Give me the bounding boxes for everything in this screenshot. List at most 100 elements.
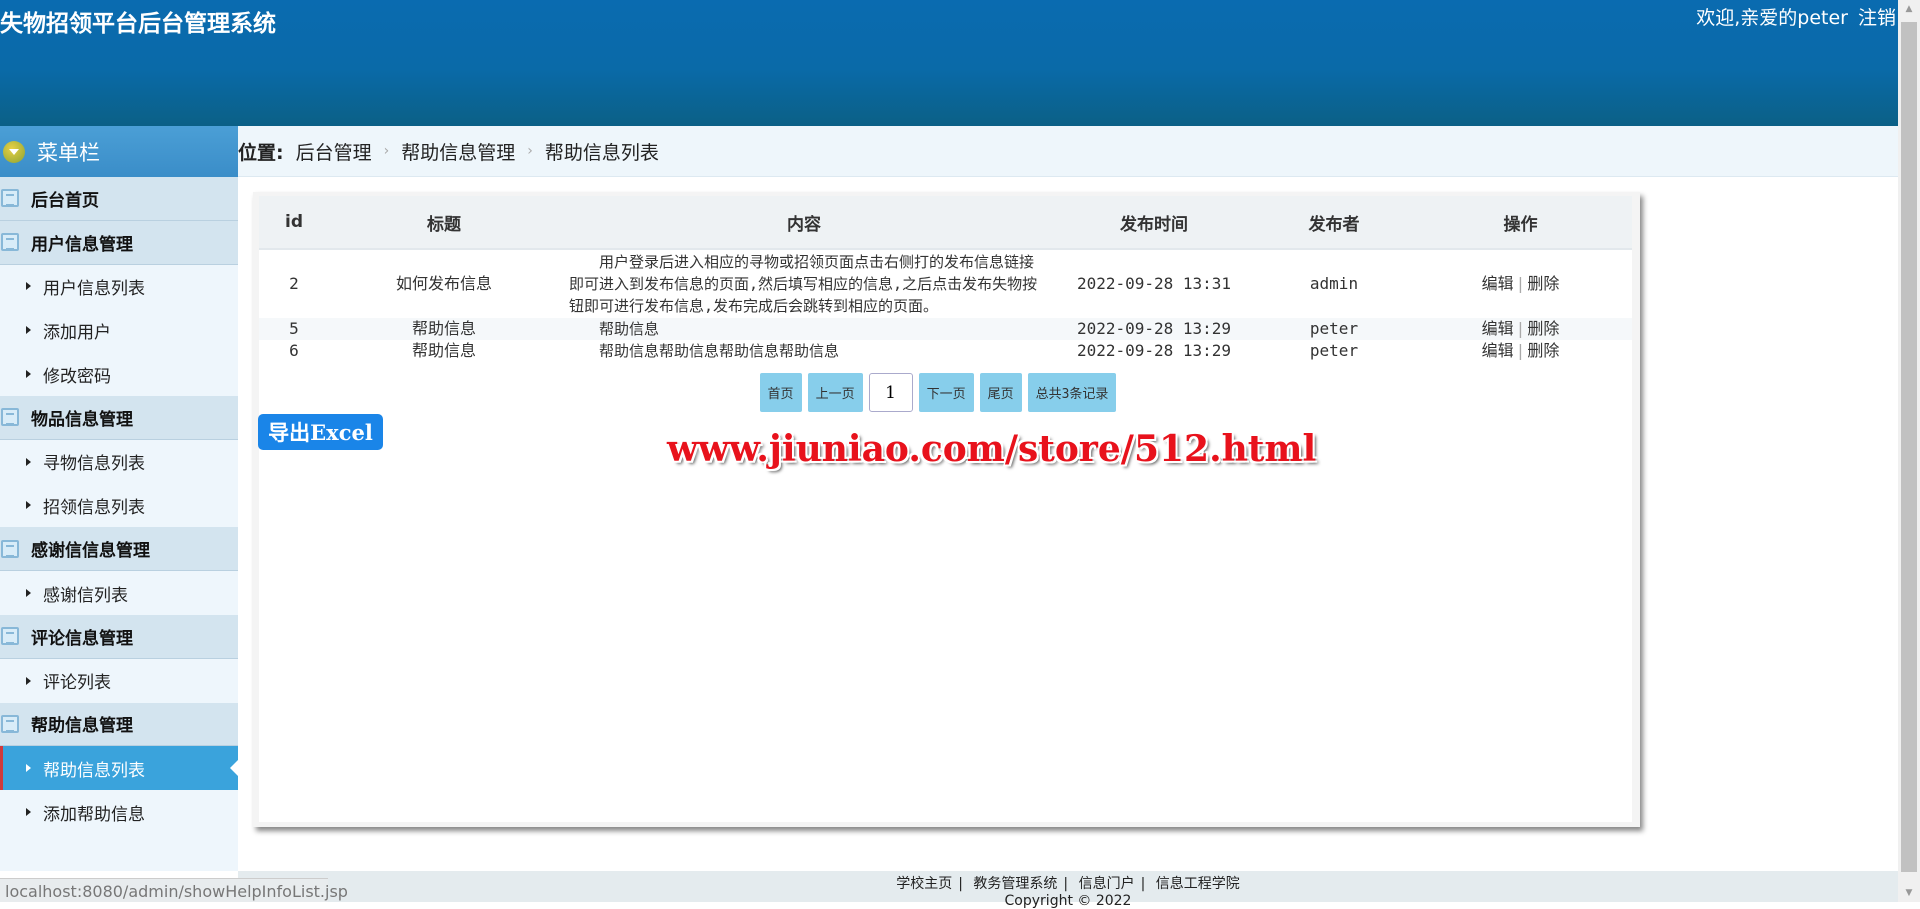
delete-link[interactable]: 删除 — [1527, 341, 1559, 360]
scrollbar[interactable]: ▲ ▼ — [1898, 0, 1920, 902]
caret-right-icon — [26, 808, 31, 817]
sidebar-item-label: 用户信息列表 — [43, 278, 145, 299]
table-row: 2 如何发布信息 用户登录后进入相应的寻物或招领页面点击右侧打的发布信息链接即可… — [259, 249, 1632, 318]
col-content: 内容 — [559, 196, 1049, 250]
welcome-text: 欢迎,亲爱的peter — [1696, 7, 1848, 29]
pagination: 首页 上一页 下一页 尾页 总共3条记录 — [244, 373, 1632, 412]
sidebar-group[interactable]: 用户信息管理 — [0, 220, 238, 265]
edit-link[interactable]: 编辑 — [1482, 274, 1514, 293]
sidebar-group[interactable]: 感谢信信息管理 — [0, 527, 238, 572]
sidebar-item-label: 评论列表 — [43, 673, 111, 694]
sidebar-item-label: 添加用户 — [43, 322, 111, 343]
sidebar-group[interactable]: 帮助信息管理 — [0, 702, 238, 747]
last-page-button[interactable]: 尾页 — [979, 373, 1022, 412]
cell-actions: 编辑 | 删除 — [1481, 341, 1560, 360]
sidebar-group-label: 评论信息管理 — [31, 628, 133, 649]
caret-right-icon — [26, 589, 31, 598]
col-actions: 操作 — [1409, 196, 1632, 250]
sidebar-group-label: 物品信息管理 — [31, 409, 133, 430]
footer-link[interactable]: 信息工程学院 — [1156, 876, 1240, 892]
breadcrumb-item[interactable]: 后台管理 — [296, 138, 372, 165]
col-title: 标题 — [329, 196, 559, 250]
list-icon — [1, 714, 19, 733]
sidebar-group-label: 感谢信信息管理 — [31, 541, 150, 562]
sidebar-item-label: 帮助信息列表 — [43, 760, 145, 781]
sidebar-item[interactable]: 用户信息列表 — [0, 265, 238, 309]
cell-id: 6 — [289, 341, 299, 360]
footer-link[interactable]: 信息门户 — [1079, 876, 1135, 892]
logout-link[interactable]: 注销 — [1858, 7, 1896, 29]
caret-right-icon — [26, 676, 31, 685]
first-page-button[interactable]: 首页 — [759, 373, 802, 412]
sidebar-item[interactable]: 寻物信息列表 — [0, 440, 238, 484]
cell-title: 帮助信息 — [329, 318, 559, 340]
cell-actions: 编辑 | 删除 — [1481, 274, 1560, 293]
breadcrumb-item[interactable]: 帮助信息管理 — [401, 138, 515, 165]
table-row: 5 帮助信息 帮助信息 2022-09-28 13:29 peter 编辑 | 删除 — [259, 318, 1632, 340]
sidebar-item[interactable]: 感谢信列表 — [0, 571, 238, 615]
prev-page-button[interactable]: 上一页 — [807, 373, 863, 412]
scroll-up-icon[interactable]: ▲ — [1898, 0, 1920, 18]
sidebar-item-label: 感谢信列表 — [43, 585, 128, 606]
sidebar-group[interactable]: 后台首页 — [0, 177, 238, 221]
cell-author: peter — [1259, 318, 1409, 340]
list-icon — [1, 539, 19, 558]
breadcrumb-item: 帮助信息列表 — [544, 141, 659, 164]
menu-title: 菜单栏 — [37, 140, 100, 165]
cell-id: 5 — [259, 318, 329, 340]
cell-content: 帮助信息帮助信息帮助信息帮助信息 — [569, 342, 840, 360]
header: 失物招领平台后台管理系统 欢迎,亲爱的peter 注销 — [0, 0, 1898, 126]
cell-id: 2 — [289, 274, 299, 293]
sidebar-item-label: 修改密码 — [43, 366, 111, 387]
edit-link[interactable]: 编辑 — [1482, 319, 1514, 338]
cell-content: 帮助信息 — [559, 318, 1049, 340]
sidebar-item[interactable]: 添加用户 — [0, 308, 238, 352]
list-icon — [1, 408, 19, 427]
sidebar-item[interactable]: 添加帮助信息 — [0, 790, 238, 834]
edit-link[interactable]: 编辑 — [1482, 341, 1514, 360]
sidebar-item[interactable]: 帮助信息列表 — [0, 746, 238, 791]
chevron-right-icon: › — [527, 143, 533, 159]
chevron-right-icon: › — [383, 143, 390, 159]
status-bar-url: localhost:8080/admin/showHelpInfoList.js… — [0, 878, 348, 902]
sidebar-item[interactable]: 评论列表 — [0, 659, 238, 703]
col-author: 发布者 — [1259, 196, 1409, 250]
cell-time: 2022-09-28 13:29 — [1049, 318, 1259, 340]
help-info-table: id 标题 内容 发布时间 发布者 操作 2 如何发布信息 用户登录后进入相应的… — [259, 196, 1632, 362]
cell-title: 帮助信息 — [411, 341, 476, 360]
sidebar-group-label: 用户信息管理 — [31, 234, 133, 255]
page-input[interactable] — [868, 373, 913, 412]
footer-link[interactable]: 学校主页 — [896, 876, 952, 892]
sidebar-item[interactable]: 修改密码 — [0, 352, 238, 396]
collapse-icon — [3, 140, 25, 163]
sidebar-group[interactable]: 物品信息管理 — [0, 395, 238, 440]
footer-link[interactable]: 教务管理系统 — [973, 876, 1057, 892]
next-page-button[interactable]: 下一页 — [918, 373, 974, 412]
sidebar: 菜单栏 后台首页用户信息管理用户信息列表 添加用户修改密码物品信息管理寻物信息列表… — [0, 126, 238, 871]
delete-link[interactable]: 删除 — [1527, 274, 1559, 293]
delete-link[interactable]: 删除 — [1527, 319, 1559, 338]
sidebar-item-label: 添加帮助信息 — [43, 804, 145, 825]
cell-title: 如何发布信息 — [395, 274, 492, 293]
list-icon — [1, 233, 19, 252]
copyright: Copyright © 2022 — [1004, 893, 1132, 909]
sidebar-group-label: 帮助信息管理 — [31, 716, 133, 737]
sidebar-group[interactable]: 评论信息管理 — [0, 614, 238, 659]
watermark: www.jiuniao.com/store/512.html — [667, 428, 1317, 470]
export-excel-button[interactable]: 导出Excel — [258, 414, 383, 450]
col-id: id — [259, 196, 329, 250]
scrollbar-thumb[interactable] — [1901, 22, 1917, 872]
caret-right-icon — [26, 282, 31, 291]
sidebar-item[interactable]: 招领信息列表 — [0, 484, 238, 528]
cell-author: peter — [1309, 341, 1359, 360]
table-header-row: id 标题 内容 发布时间 发布者 操作 — [259, 196, 1632, 250]
caret-right-icon — [26, 457, 31, 466]
total-records: 总共3条记录 — [1027, 373, 1117, 412]
caret-right-icon — [26, 501, 31, 510]
col-time: 发布时间 — [1049, 196, 1259, 250]
scroll-down-icon[interactable]: ▼ — [1898, 884, 1920, 902]
footer: 学校主页 | 教务管理系统 | 信息门户 | 信息工程学院 Copyright © 2… — [238, 871, 1898, 909]
app-title: 失物招领平台后台管理系统 — [0, 11, 276, 37]
breadcrumb-label: 位置: — [238, 141, 284, 164]
menu-header[interactable]: 菜单栏 — [0, 126, 238, 177]
